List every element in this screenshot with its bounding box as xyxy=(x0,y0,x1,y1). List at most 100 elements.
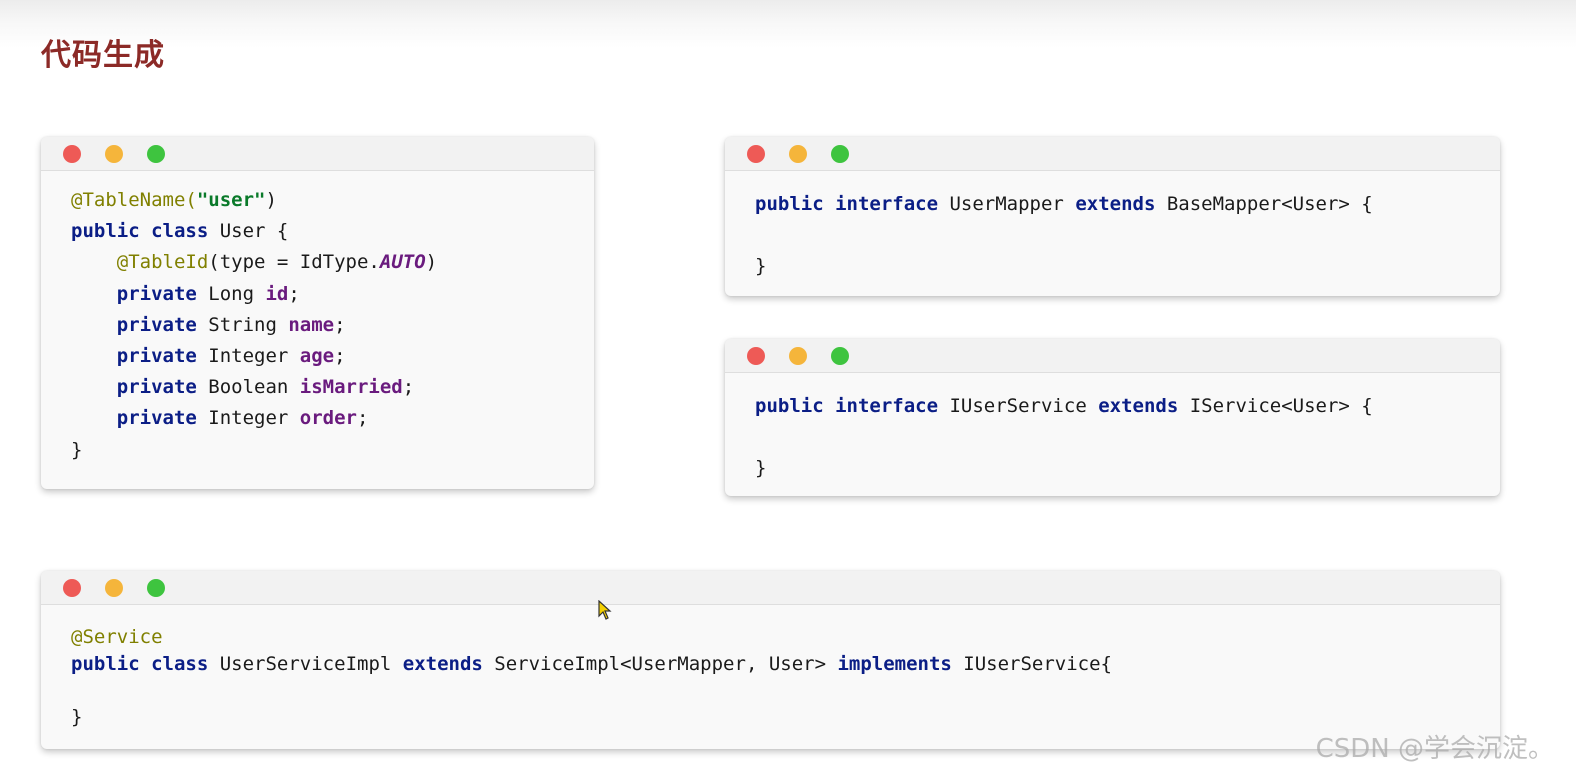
code-token: private xyxy=(116,313,197,336)
code-token: name xyxy=(288,313,335,336)
code-token: @TableId xyxy=(116,251,209,274)
code-token: } xyxy=(71,705,83,728)
code-line: public class User { xyxy=(71,216,437,247)
code-line: } xyxy=(71,704,1112,731)
code-token: IService<User> { xyxy=(1178,395,1373,417)
maximize-dot-icon[interactable] xyxy=(147,145,165,163)
watermark: CSDN @学会沉淀。 xyxy=(1315,734,1554,764)
code-line: public class UserServiceImpl extends Ser… xyxy=(71,651,1112,678)
code-token: } xyxy=(755,255,767,278)
code-token: extends xyxy=(402,652,483,675)
code-token: } xyxy=(71,438,83,461)
code-token: User { xyxy=(208,220,289,243)
code-token: ; xyxy=(334,313,346,336)
code-token: BaseMapper<User> { xyxy=(1155,193,1373,215)
code-token: ) xyxy=(265,189,277,211)
code-token: @Service xyxy=(71,626,163,648)
code-block: public interface UserMapper extends Base… xyxy=(755,189,1373,283)
window-titlebar xyxy=(41,571,1500,605)
code-line: public interface UserMapper extends Base… xyxy=(755,189,1373,220)
code-line: } xyxy=(71,435,437,466)
code-token: UserServiceImpl xyxy=(208,652,403,675)
code-block: @TableName("user") public class User { @T… xyxy=(71,185,437,466)
code-token: Long xyxy=(196,282,266,305)
code-line: private Integer order; xyxy=(71,403,437,434)
close-dot-icon[interactable] xyxy=(747,347,765,365)
code-token: id xyxy=(265,282,289,305)
code-token: ) xyxy=(425,251,438,274)
code-token: private xyxy=(116,407,197,430)
code-line: } xyxy=(755,453,1373,484)
code-token: Integer xyxy=(196,407,300,430)
code-token: public xyxy=(755,193,824,215)
close-dot-icon[interactable] xyxy=(63,145,81,163)
code-window-mapper: public interface UserMapper extends Base… xyxy=(725,137,1500,296)
code-block: public interface IUserService extends IS… xyxy=(755,391,1373,485)
code-token: ; xyxy=(357,407,369,430)
minimize-dot-icon[interactable] xyxy=(789,347,807,365)
window-titlebar xyxy=(725,137,1500,171)
close-dot-icon[interactable] xyxy=(747,145,765,163)
maximize-dot-icon[interactable] xyxy=(831,145,849,163)
window-titlebar xyxy=(41,137,594,171)
code-token: ; xyxy=(334,344,346,367)
code-token: Integer xyxy=(196,344,300,367)
code-line: public interface IUserService extends IS… xyxy=(755,391,1373,422)
code-window-entity: @TableName("user") public class User { @T… xyxy=(41,137,594,489)
code-token: private xyxy=(116,282,197,305)
code-token: IUserService xyxy=(938,395,1099,417)
code-token: age xyxy=(299,344,335,367)
code-block: @Service public class UserServiceImpl ext… xyxy=(71,624,1112,730)
code-token: class xyxy=(151,220,209,243)
code-token: ; xyxy=(288,282,300,305)
code-token: order xyxy=(299,407,357,430)
code-token: public xyxy=(71,652,140,675)
code-line: } xyxy=(755,251,1373,282)
code-token: ServiceImpl<UserMapper, User> xyxy=(482,652,838,675)
code-token: implements xyxy=(837,652,952,675)
code-token: public xyxy=(71,220,140,243)
code-token: ; xyxy=(402,376,415,399)
close-dot-icon[interactable] xyxy=(63,579,81,597)
code-line: private Boolean isMarried; xyxy=(71,372,437,403)
code-line: private Integer age; xyxy=(71,341,437,372)
code-window-service: public interface IUserService extends IS… xyxy=(725,339,1500,496)
minimize-dot-icon[interactable] xyxy=(105,579,123,597)
code-token: isMarried xyxy=(299,376,403,399)
code-token: extends xyxy=(1075,193,1156,215)
code-token: (type = IdType. xyxy=(208,251,380,274)
code-line: @TableId(type = IdType.AUTO) xyxy=(71,247,437,278)
code-token: String xyxy=(196,313,289,336)
code-line: private String name; xyxy=(71,310,437,341)
code-token: @TableName( xyxy=(71,189,197,211)
minimize-dot-icon[interactable] xyxy=(789,145,807,163)
code-token: AUTO xyxy=(379,251,426,274)
code-token: interface xyxy=(835,193,939,215)
code-line: private Long id; xyxy=(71,279,437,310)
code-token: Boolean xyxy=(196,376,300,399)
code-token: IUserService{ xyxy=(951,652,1112,675)
code-token: private xyxy=(116,344,197,367)
code-line: @Service xyxy=(71,624,1112,651)
maximize-dot-icon[interactable] xyxy=(147,579,165,597)
code-token: class xyxy=(151,652,209,675)
code-token: UserMapper xyxy=(938,193,1076,215)
page-title: 代码生成 xyxy=(41,38,165,73)
minimize-dot-icon[interactable] xyxy=(105,145,123,163)
window-titlebar xyxy=(725,339,1500,373)
maximize-dot-icon[interactable] xyxy=(831,347,849,365)
code-token: "user" xyxy=(196,189,266,211)
